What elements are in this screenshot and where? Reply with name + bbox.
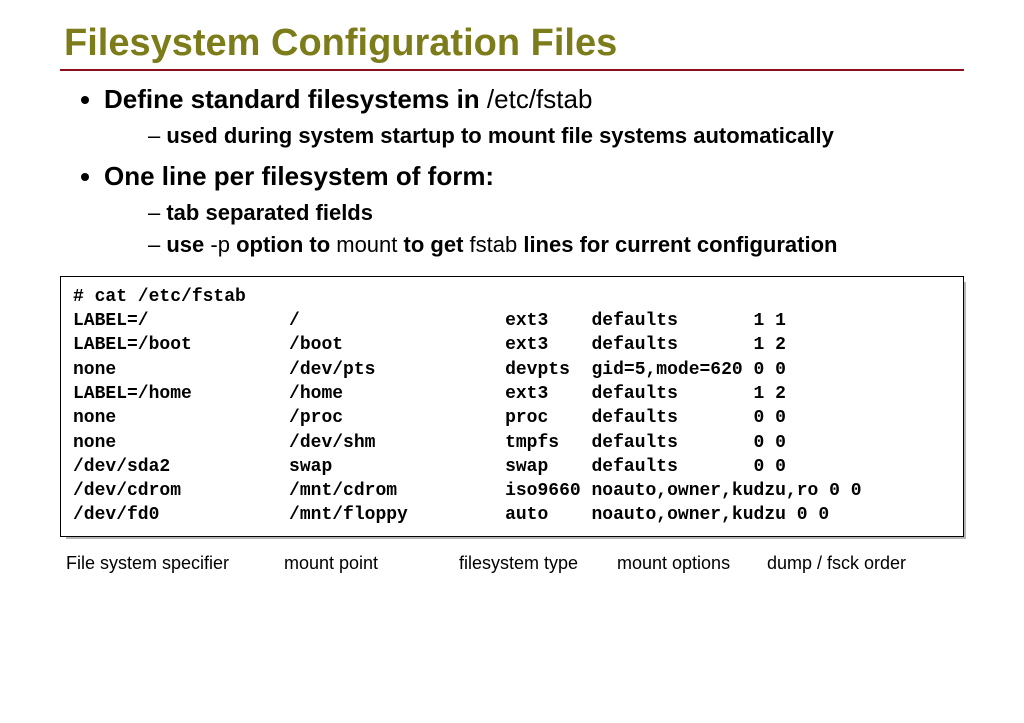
code-box: # cat /etc/fstab LABEL=/ / ext3 defaults… [60, 276, 964, 537]
bullet-2-sub-2: use -p option to mount to get fstab line… [148, 231, 964, 260]
fstab-output: # cat /etc/fstab LABEL=/ / ext3 defaults… [60, 276, 964, 537]
bullet-1-plain: /etc/fstab [487, 84, 593, 114]
caption-opts: mount options [617, 553, 767, 574]
bullet-1-bold: Define standard filesystems in [104, 84, 487, 114]
bullet-2-text: One line per filesystem of form: [104, 161, 494, 191]
title-rule [60, 69, 964, 71]
caption-mp: mount point [284, 553, 459, 574]
bullet-2-sub: tab separated fields use -p option to mo… [104, 199, 964, 260]
bullet-2: One line per filesystem of form: tab sep… [104, 160, 964, 260]
bullet-2-sub-1: tab separated fields [148, 199, 964, 228]
column-captions: File system specifier mount point filesy… [60, 553, 964, 574]
bullet-1: Define standard filesystems in /etc/fsta… [104, 83, 964, 150]
caption-fs: File system specifier [66, 553, 284, 574]
bullet-1-sub: used during system startup to mount file… [104, 122, 964, 151]
caption-type: filesystem type [459, 553, 617, 574]
bullet-1-sub-1: used during system startup to mount file… [148, 122, 964, 151]
slide-title: Filesystem Configuration Files [60, 22, 964, 65]
caption-dump: dump / fsck order [767, 553, 906, 574]
bullet-list: Define standard filesystems in /etc/fsta… [60, 83, 964, 260]
slide: Filesystem Configuration Files Define st… [0, 0, 1024, 604]
